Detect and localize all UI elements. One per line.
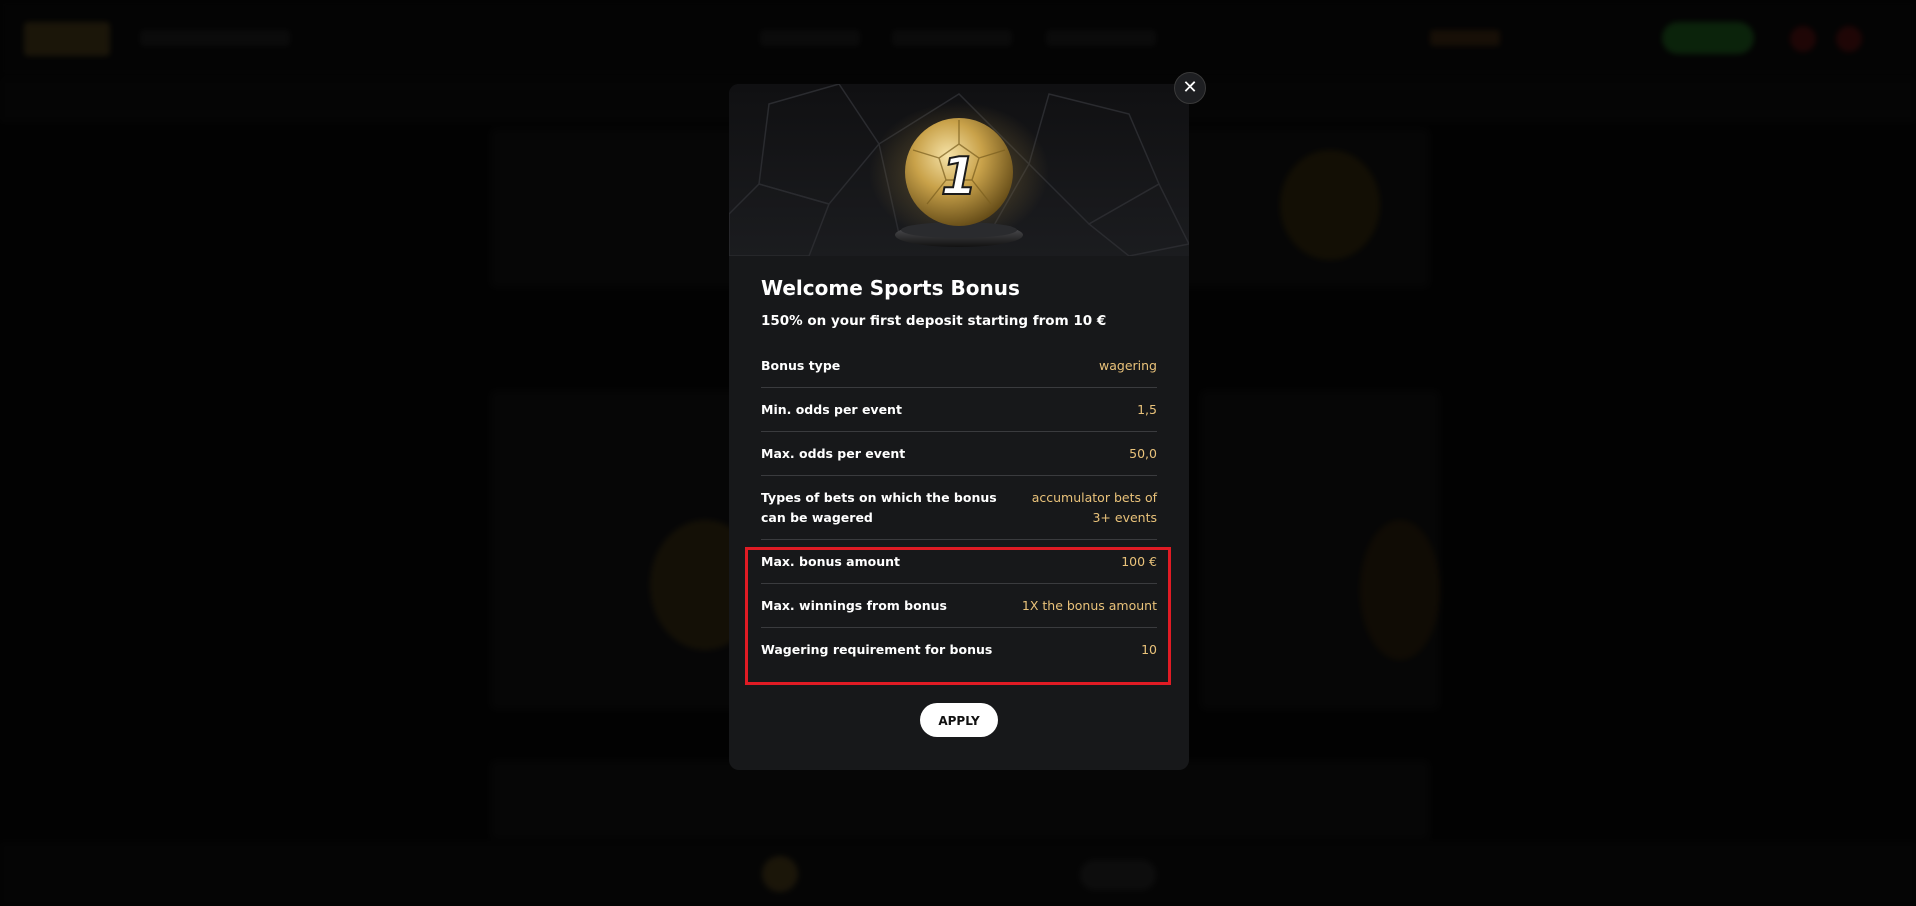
apply-button[interactable]: APPLY (920, 703, 998, 737)
detail-value: 50,0 (1129, 445, 1157, 461)
detail-row-bet-types: Types of bets on which the bonus can be … (761, 476, 1157, 540)
detail-label: Max. bonus amount (761, 553, 900, 569)
golden-football-trophy-icon: 1 (729, 84, 1189, 256)
detail-label: Max. odds per event (761, 445, 906, 461)
bonus-banner: 1 (729, 84, 1189, 256)
detail-value: 100 € (1121, 553, 1157, 569)
detail-label: Max. winnings from bonus (761, 597, 947, 613)
detail-label: Wagering requirement for bonus (761, 642, 993, 657)
modal-title: Welcome Sports Bonus (761, 276, 1020, 300)
detail-row-max-bonus: Max. bonus amount 100 € (761, 540, 1157, 584)
detail-value: 1,5 (1137, 401, 1157, 417)
badge-number: 1 (941, 147, 977, 207)
detail-value: 10 (1141, 642, 1157, 657)
detail-row-min-odds: Min. odds per event 1,5 (761, 388, 1157, 432)
detail-row-max-odds: Max. odds per event 50,0 (761, 432, 1157, 476)
close-button[interactable]: ✕ (1174, 72, 1206, 104)
modal-subtitle: 150% on your first deposit starting from… (761, 313, 1107, 329)
detail-row-max-winnings: Max. winnings from bonus 1X the bonus am… (761, 584, 1157, 628)
detail-row-bonus-type: Bonus type wagering (761, 344, 1157, 388)
detail-value: 1X the bonus amount (1021, 597, 1157, 613)
bonus-details-list: Bonus type wagering Min. odds per event … (761, 344, 1157, 672)
detail-label: Bonus type (761, 357, 841, 373)
page: 1 ✕ Welcome Sports Bonus 150% on your fi… (0, 0, 1916, 906)
detail-label: Types of bets on which the bonus can be … (761, 489, 997, 525)
close-icon: ✕ (1182, 77, 1198, 98)
detail-value: wagering (1099, 357, 1157, 373)
detail-label: Min. odds per event (761, 401, 902, 417)
detail-value: accumulator bets of 3+ events (1031, 489, 1157, 525)
bonus-modal: 1 ✕ Welcome Sports Bonus 150% on your fi… (729, 72, 1206, 770)
detail-row-wagering-requirement: Wagering requirement for bonus 10 (761, 628, 1157, 672)
